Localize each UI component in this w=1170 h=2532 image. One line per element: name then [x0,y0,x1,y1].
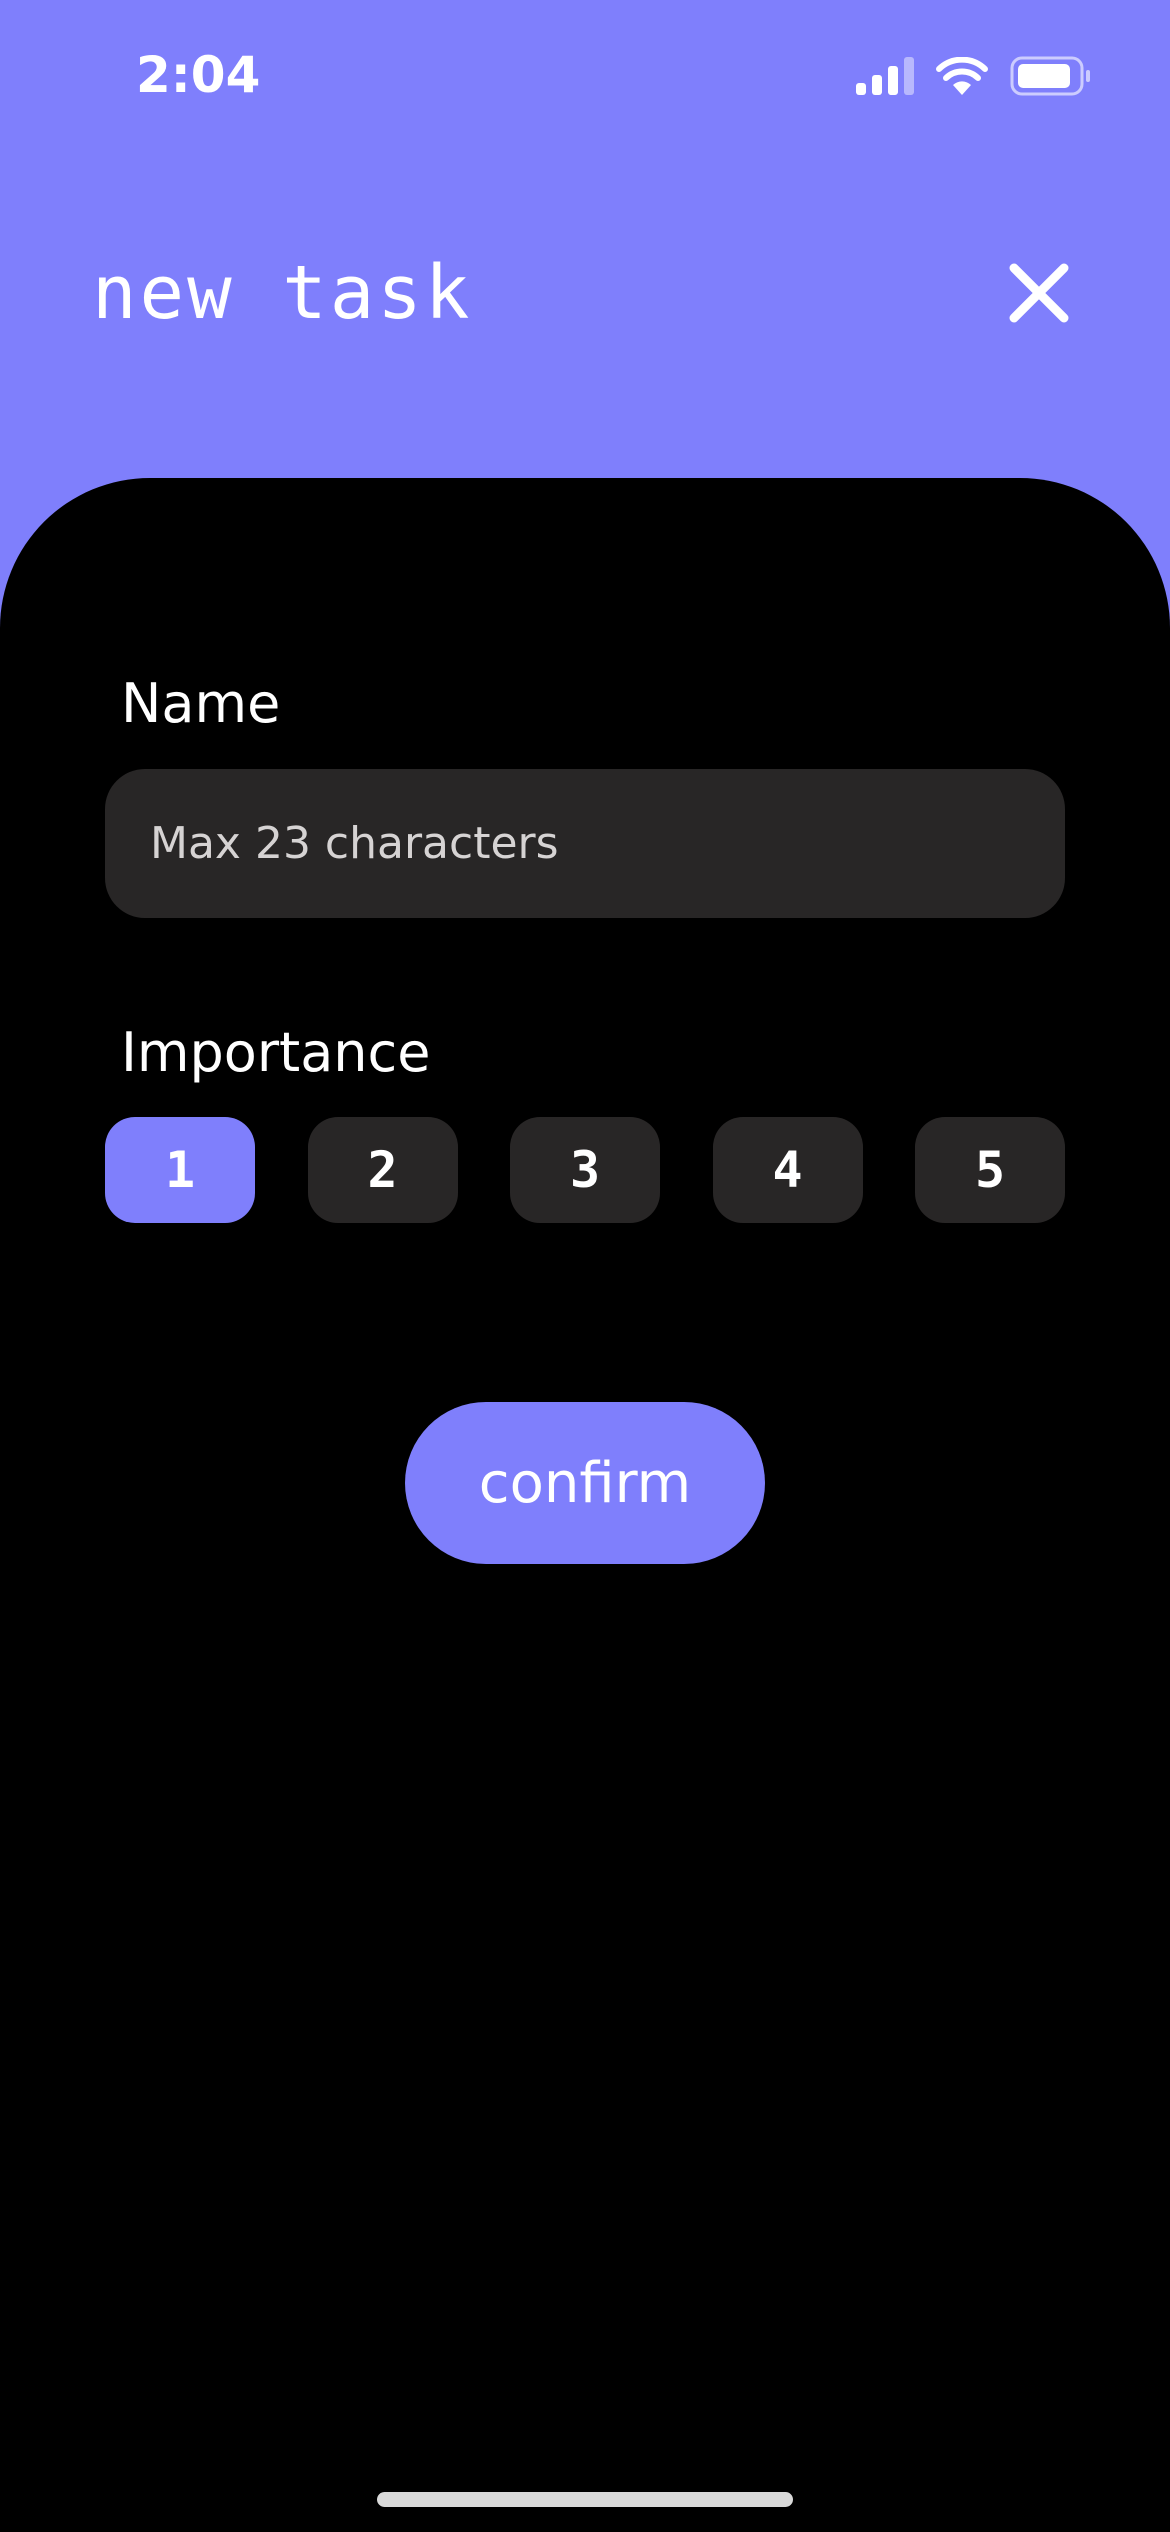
confirm-button[interactable]: confirm [405,1402,765,1564]
importance-option-4[interactable]: 4 [712,1117,863,1223]
importance-option-1[interactable]: 1 [105,1117,255,1223]
cellular-signal-icon [856,57,914,95]
name-input[interactable] [105,769,1065,918]
importance-option-2[interactable]: 2 [307,1117,458,1223]
close-button[interactable] [1006,262,1072,328]
close-icon [1008,262,1070,329]
battery-icon [1010,56,1092,96]
status-time: 2:04 [136,46,261,104]
importance-option-5[interactable]: 5 [915,1117,1065,1223]
new-task-screen: 2:04 new task Name Max 23 characters Imp… [0,0,1170,2532]
status-icons [856,56,1092,96]
home-indicator[interactable] [377,2492,793,2507]
importance-option-3[interactable]: 3 [510,1117,660,1223]
page-title: new task [92,250,473,336]
name-label: Name [121,672,281,735]
wifi-icon [936,57,988,95]
importance-selector: 1 2 3 4 5 [105,1117,1065,1223]
importance-label: Importance [121,1021,431,1084]
